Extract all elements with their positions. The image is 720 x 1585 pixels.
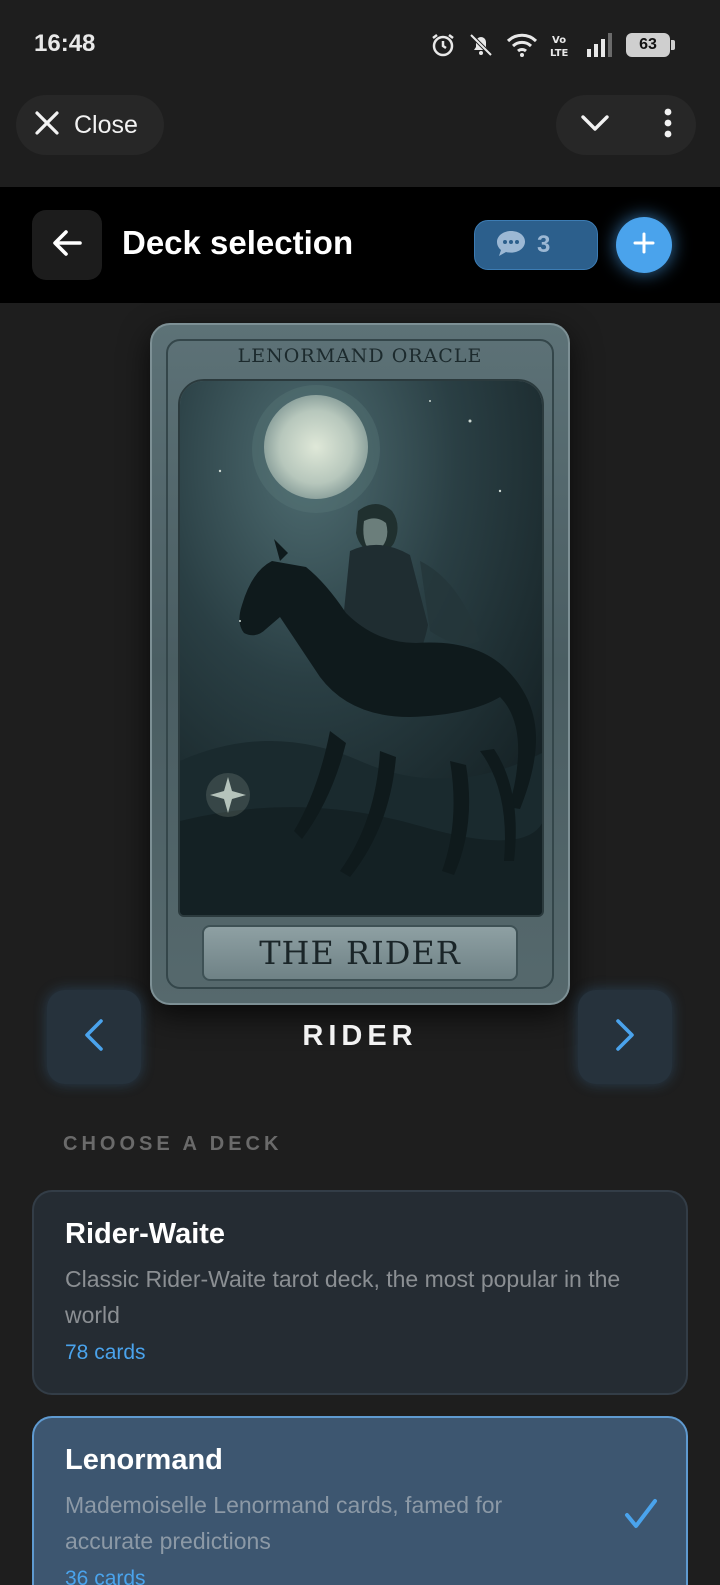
svg-text:LTE: LTE [550, 48, 569, 58]
more-vertical-icon[interactable] [664, 108, 672, 143]
checkmark-icon [624, 1498, 658, 1535]
deck-option-lenormand[interactable]: Lenormand Mademoiselle Lenormand cards, … [32, 1416, 688, 1585]
status-bar: 16:48 Vo LTE 63 [0, 0, 720, 90]
wifi-icon [506, 32, 538, 58]
section-label: CHOOSE A DECK [63, 1133, 283, 1155]
card-artwork [178, 379, 544, 917]
deck-name: Rider-Waite [65, 1218, 226, 1250]
comments-count: 3 [537, 231, 551, 258]
deck-option-rider-waite[interactable]: Rider-Waite Classic Rider-Waite tarot de… [32, 1190, 688, 1395]
next-card-button[interactable] [578, 990, 672, 1084]
plus-icon [632, 231, 656, 260]
signal-icon [586, 33, 614, 57]
app-header: Deck selection 3 [0, 187, 720, 303]
deck-card-count: 36 cards [65, 1567, 146, 1585]
deck-card-count: 78 cards [65, 1341, 146, 1364]
page-title: Deck selection [122, 224, 354, 261]
bell-off-icon [468, 32, 494, 58]
add-button[interactable] [616, 217, 672, 273]
chevron-right-icon [614, 1018, 636, 1057]
card-plaque: THE RIDER [202, 925, 518, 981]
chevron-down-icon[interactable] [580, 113, 610, 138]
close-icon [34, 110, 60, 141]
top-menu [556, 95, 696, 155]
deck-description: Mademoiselle Lenormand cards, famed for … [65, 1492, 503, 1554]
deck-name: Lenormand [65, 1444, 223, 1476]
volte-icon: Vo LTE [550, 32, 574, 58]
alarm-icon [430, 32, 456, 58]
card-preview: LENORMAND ORACLE THE RIDER [150, 323, 570, 1005]
card-plaque-text: THE RIDER [259, 934, 461, 972]
status-time: 16:48 [34, 30, 96, 57]
battery-icon: 63 [626, 33, 675, 57]
back-button[interactable] [32, 210, 102, 280]
card-deck-name: LENORMAND ORACLE [237, 345, 483, 367]
status-icons: Vo LTE 63 [430, 30, 675, 60]
arrow-left-icon [52, 229, 82, 262]
deck-description: Classic Rider-Waite tarot deck, the most… [65, 1266, 621, 1328]
close-button[interactable]: Close [16, 95, 164, 155]
comments-button[interactable]: 3 [474, 220, 598, 270]
svg-text:Vo: Vo [552, 35, 566, 46]
close-label: Close [74, 110, 138, 139]
speech-bubble-icon [495, 229, 527, 262]
